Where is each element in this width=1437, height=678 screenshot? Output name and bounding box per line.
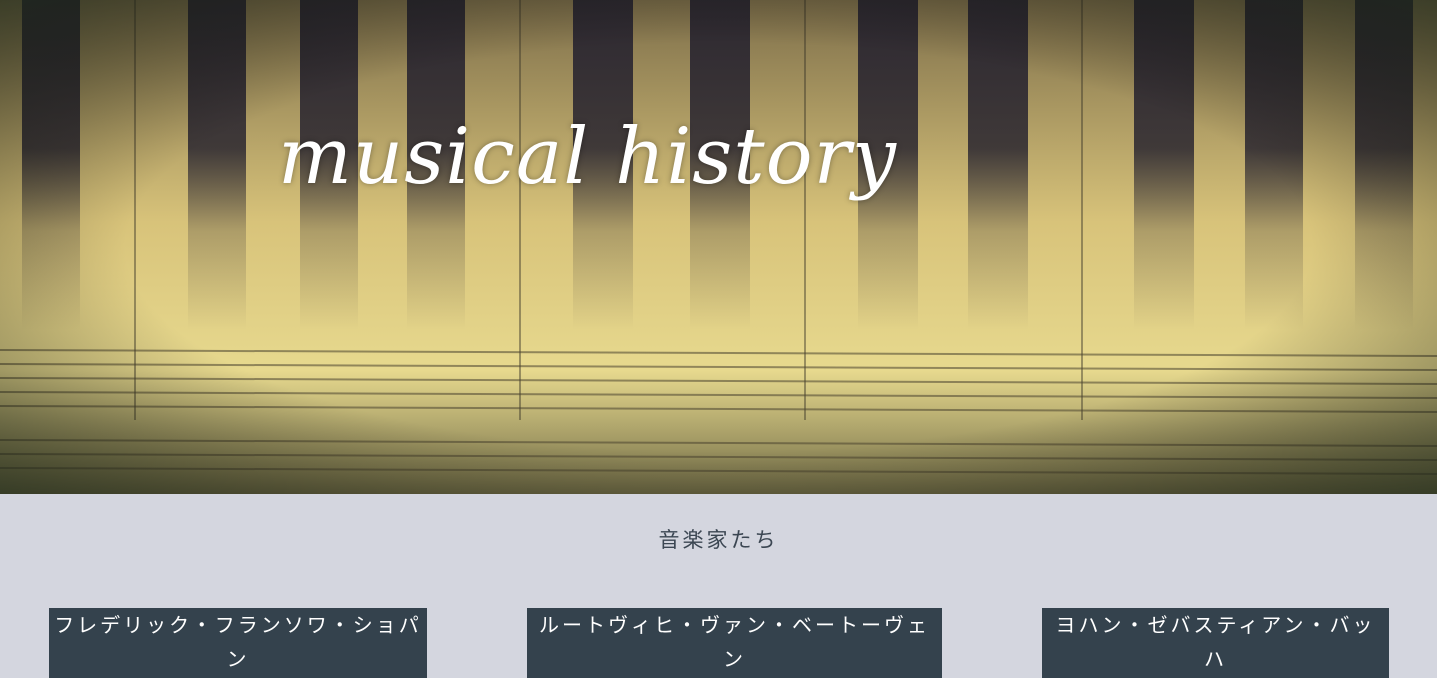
composer-card-title: ルートヴィヒ・ヴァン・ベートーヴェン xyxy=(539,613,930,671)
hero-header: musical history xyxy=(0,0,1437,494)
section-heading: 音楽家たち xyxy=(658,528,779,552)
composer-card-title: ヨハン・ゼバスティアン・バッハ xyxy=(1055,613,1376,671)
piano-keys-grunge-image xyxy=(0,0,1437,494)
composer-card-beethoven[interactable]: ルートヴィヒ・ヴァン・ベートーヴェン xyxy=(527,608,942,678)
composers-section: 音楽家たち フレデリック・フランソワ・ショパン ルートヴィヒ・ヴァン・ベートーヴ… xyxy=(0,494,1437,678)
composer-card-bach[interactable]: ヨハン・ゼバスティアン・バッハ xyxy=(1042,608,1389,678)
site-title[interactable]: musical history xyxy=(278,112,897,202)
composer-card-chopin[interactable]: フレデリック・フランソワ・ショパン xyxy=(49,608,427,678)
composer-card-title: フレデリック・フランソワ・ショパン xyxy=(54,613,422,671)
